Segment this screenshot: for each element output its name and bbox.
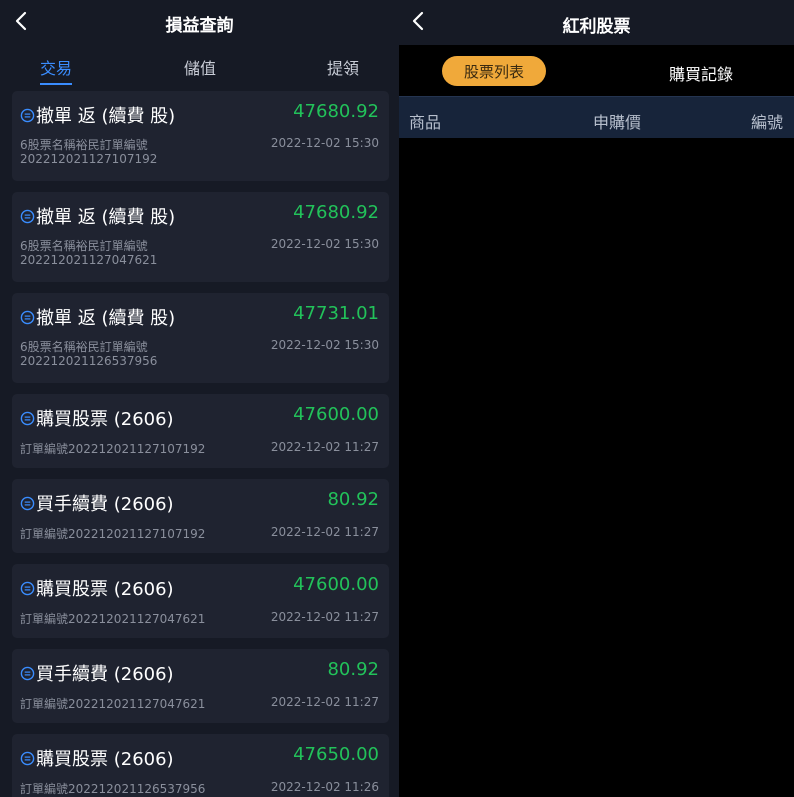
record-card[interactable]: 購買股票 (2606) 47600.00 訂單編號202212021127047… (12, 564, 389, 638)
minus-circle-icon (20, 209, 35, 223)
record-time: 2022-12-02 11:26 (270, 780, 379, 794)
record-order-no: 訂單編號202212021127107192 (20, 442, 206, 456)
record-title-text: 撤單 返 (續費 股) (36, 207, 176, 228)
record-order-no: 訂單編號202212021127047621 (20, 612, 206, 626)
record-amount: 47600.00 (293, 404, 379, 425)
record-title-text: 撤單 返 (續費 股) (36, 308, 176, 329)
record-title: 購買股票 (2606) (20, 575, 174, 601)
record-time: 2022-12-02 15:30 (270, 338, 379, 352)
column-header-product: 商品 (409, 113, 442, 132)
header: 損益查詢 (0, 0, 399, 44)
record-amount: 47650.00 (293, 744, 379, 765)
record-card[interactable]: 購買股票 (2606) 47600.00 訂單編號202212021127107… (12, 394, 389, 468)
record-time: 2022-12-02 11:27 (270, 695, 379, 709)
active-tab-underline (40, 83, 73, 85)
record-title-text: 購買股票 (2606) (36, 409, 174, 430)
record-title: 購買股票 (2606) (20, 405, 174, 431)
record-title-text: 買手續費 (2606) (36, 494, 174, 515)
record-order-no: 訂單編號202212021127047621 (20, 697, 206, 711)
record-amount: 47731.01 (293, 303, 379, 324)
tab-deposit[interactable]: 儲值 (184, 55, 216, 79)
record-time: 2022-12-02 15:30 (270, 136, 379, 150)
page-title: 損益查詢 (165, 16, 234, 36)
tab-stock-list[interactable]: 股票列表 (442, 56, 546, 86)
record-amount: 47680.92 (293, 202, 379, 223)
tab-bar: 交易 儲值 提領 (0, 50, 399, 85)
record-desc: 6股票名稱裕民訂單編號 (20, 340, 148, 354)
record-amount: 47680.92 (293, 101, 379, 122)
record-title: 撤單 返 (續費 股) (20, 304, 175, 330)
record-title: 撤單 返 (續費 股) (20, 102, 175, 128)
tab-label: 股票列表 (463, 62, 524, 81)
minus-circle-icon (20, 581, 35, 595)
record-card[interactable]: 購買股票 (2606) 47650.00 訂單編號202212021126537… (12, 734, 389, 797)
column-header-subscription-price: 申購價 (593, 113, 642, 132)
record-order-no: 202212021127047621 (20, 253, 158, 267)
record-title-text: 購買股票 (2606) (36, 749, 174, 770)
record-order-no: 202212021126537956 (20, 354, 158, 368)
record-title: 買手續費 (2606) (20, 490, 174, 516)
record-amount: 80.92 (327, 659, 379, 680)
minus-circle-icon (20, 666, 35, 680)
column-header-number: 編號 (751, 113, 784, 132)
tab-label: 提領 (327, 59, 360, 78)
record-card[interactable]: 撤單 返 (續費 股) 47680.92 6股票名稱裕民訂單編號 2022120… (12, 192, 389, 282)
minus-circle-icon (20, 108, 35, 122)
record-time: 2022-12-02 11:27 (270, 610, 379, 624)
minus-circle-icon (20, 310, 35, 324)
tab-trade[interactable]: 交易 (40, 55, 73, 85)
record-card[interactable]: 撤單 返 (續費 股) 47731.01 6股票名稱裕民訂單編號 2022120… (12, 293, 389, 383)
tab-purchase-records[interactable]: 購買記錄 (669, 61, 733, 85)
tab-label: 交易 (40, 59, 73, 78)
tab-bar: 股票列表 購買記錄 (399, 45, 794, 96)
record-order-no: 202212021127107192 (20, 152, 158, 166)
record-order-no: 訂單編號202212021127107192 (20, 527, 206, 541)
table-header: 商品 申購價 編號 (399, 96, 794, 138)
record-desc: 6股票名稱裕民訂單編號 (20, 138, 148, 152)
record-desc: 6股票名稱裕民訂單編號 (20, 239, 148, 253)
tab-label: 儲值 (184, 59, 217, 78)
record-amount: 80.92 (327, 489, 379, 510)
record-time: 2022-12-02 11:27 (270, 525, 379, 539)
record-time: 2022-12-02 11:27 (270, 440, 379, 454)
record-card[interactable]: 撤單 返 (續費 股) 47680.92 6股票名稱裕民訂單編號 2022120… (12, 91, 389, 181)
minus-circle-icon (20, 751, 35, 765)
header: 紅利股票 (399, 0, 794, 45)
record-title: 買手續費 (2606) (20, 660, 174, 686)
record-title: 撤單 返 (續費 股) (20, 203, 175, 229)
record-title-text: 買手續費 (2606) (36, 664, 174, 685)
page-title: 紅利股票 (562, 17, 631, 37)
minus-circle-icon (20, 496, 35, 510)
minus-circle-icon (20, 411, 35, 425)
profit-loss-panel: 損益查詢 交易 儲值 提領 撤單 返 (續費 股) 47680.92 6股票名稱… (0, 0, 399, 797)
record-card[interactable]: 買手續費 (2606) 80.92 訂單編號202212021127107192… (12, 479, 389, 553)
record-title: 購買股票 (2606) (20, 745, 174, 771)
record-amount: 47600.00 (293, 574, 379, 595)
bonus-stock-panel: 紅利股票 股票列表 購買記錄 商品 申購價 編號 (399, 0, 794, 797)
tab-label: 購買記錄 (669, 65, 734, 84)
record-time: 2022-12-02 15:30 (270, 237, 379, 251)
tab-withdraw[interactable]: 提領 (327, 55, 359, 79)
record-title-text: 購買股票 (2606) (36, 579, 174, 600)
record-title-text: 撤單 返 (續費 股) (36, 106, 176, 127)
record-order-no: 訂單編號202212021126537956 (20, 782, 206, 796)
record-card[interactable]: 買手續費 (2606) 80.92 訂單編號202212021127047621… (12, 649, 389, 723)
